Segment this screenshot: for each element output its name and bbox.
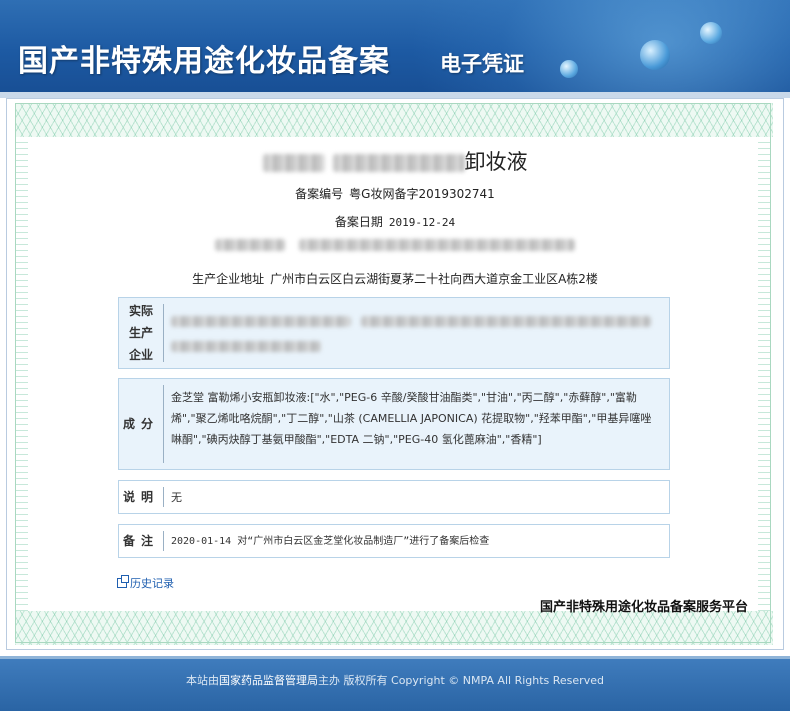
redacted-company-line [0, 237, 790, 251]
description-label: 说明 [122, 490, 159, 504]
ingredients-box: 成分 金芝堂 富勒烯小安瓶卸妆液:["水","PEG-6 辛酸/癸酸甘油酯类",… [118, 378, 670, 470]
redacted-product-name [332, 154, 465, 172]
manufacturer-label: 实际生产企业 [119, 298, 163, 368]
record-number-line: 备案编号 粤G妆网备字2019302741 [0, 185, 790, 202]
redacted-company-value [299, 238, 575, 251]
footer-org-link[interactable]: 国家药品监督管理局 [219, 674, 318, 687]
manufacturer-label-text: 实际生产企业 [128, 304, 153, 362]
history-link[interactable]: 历史记录 [117, 575, 174, 591]
redacted-manufacturer [361, 315, 651, 327]
redacted-manufacturer [171, 340, 321, 352]
record-date-value: 2019-12-24 [388, 216, 456, 229]
manufacturer-box: 实际生产企业 [118, 297, 670, 369]
external-window-icon [117, 575, 129, 588]
certificate-frame [6, 98, 784, 650]
address-label: 生产企业地址 [192, 272, 265, 286]
molecule-decoration [560, 60, 578, 78]
record-date-line: 备案日期 2019-12-24 [0, 213, 790, 230]
box-divider [163, 304, 164, 362]
product-name: 卸妆液 [0, 146, 790, 176]
platform-name: 国产非特殊用途化妆品备案服务平台 [540, 600, 749, 615]
ingredients-content: 金芝堂 富勒烯小安瓶卸妆液:["水","PEG-6 辛酸/癸酸甘油酯类","甘油… [171, 391, 652, 446]
remark-content: 2020-01-14 对“广州市白云区金芝堂化妆品制造厂”进行了备案后检查 [171, 536, 490, 547]
footer-suffix: 主办 版权所有 Copyright © NMPA All Rights Rese… [318, 674, 604, 687]
record-date-label: 备案日期 [334, 215, 383, 229]
product-name-suffix: 卸妆液 [464, 150, 528, 174]
molecule-decoration [700, 22, 722, 44]
history-link-label[interactable]: 历史记录 [130, 577, 174, 590]
redacted-brand [262, 154, 325, 172]
redacted-company-label [215, 238, 285, 251]
address-line: 生产企业地址 广州市白云区白云湖街夏茅二十社向西大道京金工业区A栋2楼 [0, 270, 790, 287]
record-number-label: 备案编号 [295, 187, 344, 201]
page-footer: 本站由国家药品监督管理局主办 版权所有 Copyright © NMPA All… [0, 656, 790, 711]
remark-box: 备注 2020-01-14 对“广州市白云区金芝堂化妆品制造厂”进行了备案后检查 [118, 524, 670, 558]
molecule-decoration [640, 40, 670, 70]
box-divider [163, 531, 164, 551]
page-header: 国产非特殊用途化妆品备案 电子凭证 [0, 0, 790, 92]
footer-prefix: 本站由 [186, 674, 220, 687]
page-title: 国产非特殊用途化妆品备案 [18, 44, 390, 79]
box-divider [163, 385, 164, 463]
manufacturer-content [171, 310, 659, 352]
address-value: 广州市白云区白云湖街夏茅二十社向西大道京金工业区A栋2楼 [270, 272, 598, 286]
description-content: 无 [171, 491, 182, 504]
certificate-inner-border [15, 103, 771, 643]
description-box: 说明 无 [118, 480, 670, 514]
record-number-value: 粤G妆网备字2019302741 [349, 187, 495, 201]
redacted-manufacturer [171, 315, 351, 327]
ingredients-label: 成分 [122, 417, 159, 431]
remark-label: 备注 [122, 534, 159, 548]
page-subtitle: 电子凭证 [440, 51, 524, 76]
box-divider [163, 487, 164, 507]
